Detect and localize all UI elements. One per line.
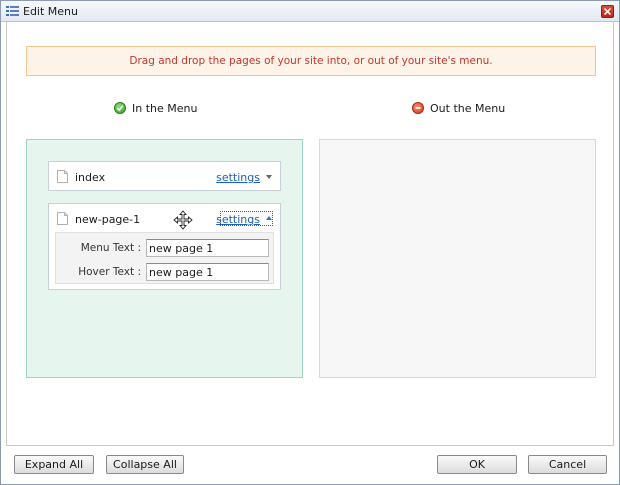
collapse-all-button[interactable]: Collapse All: [106, 455, 184, 474]
page-settings-panel: Menu Text : Hover Text :: [55, 232, 274, 284]
settings-link[interactable]: settings: [216, 213, 260, 226]
out-menu-panel[interactable]: [319, 139, 596, 378]
page-item-new-page-1[interactable]: new-page-1 settings Menu Text : Hover Te…: [48, 203, 281, 290]
menu-list-icon: [6, 6, 19, 16]
chevron-down-icon[interactable]: [266, 175, 272, 179]
cancel-button[interactable]: Cancel: [528, 455, 607, 474]
edit-menu-dialog: Edit Menu Drag and drop the pages of you…: [0, 0, 620, 485]
menu-text-label: Menu Text :: [80, 242, 141, 254]
settings-link[interactable]: settings: [216, 171, 260, 184]
instruction-notice: Drag and drop the pages of your site int…: [26, 46, 596, 76]
dialog-footer: Expand All Collapse All OK Cancel: [6, 445, 614, 481]
page-name: new-page-1: [75, 213, 141, 226]
close-icon: [604, 8, 611, 15]
minus-circle-icon: [412, 102, 424, 114]
window-title: Edit Menu: [23, 5, 78, 18]
page-item-index[interactable]: index settings: [48, 161, 281, 191]
page-icon: [57, 212, 68, 225]
in-menu-heading-label: In the Menu: [132, 102, 198, 115]
hover-text-input[interactable]: [146, 263, 269, 281]
ok-button[interactable]: OK: [437, 455, 517, 474]
out-menu-heading: Out the Menu: [412, 102, 505, 116]
chevron-up-icon[interactable]: [266, 216, 272, 220]
page-name: index: [75, 171, 106, 184]
check-circle-icon: [114, 102, 126, 114]
out-menu-heading-label: Out the Menu: [430, 102, 506, 115]
in-menu-panel[interactable]: index settings new-page-1 settings Menu …: [26, 139, 303, 378]
hover-text-label: Hover Text :: [78, 266, 141, 278]
page-icon: [57, 170, 68, 183]
menu-text-input[interactable]: [146, 239, 269, 257]
expand-all-button[interactable]: Expand All: [14, 455, 94, 474]
move-cursor-icon: [173, 210, 193, 230]
title-bar[interactable]: Edit Menu: [1, 1, 619, 22]
close-button[interactable]: [601, 5, 614, 18]
in-menu-heading: In the Menu: [114, 102, 197, 116]
